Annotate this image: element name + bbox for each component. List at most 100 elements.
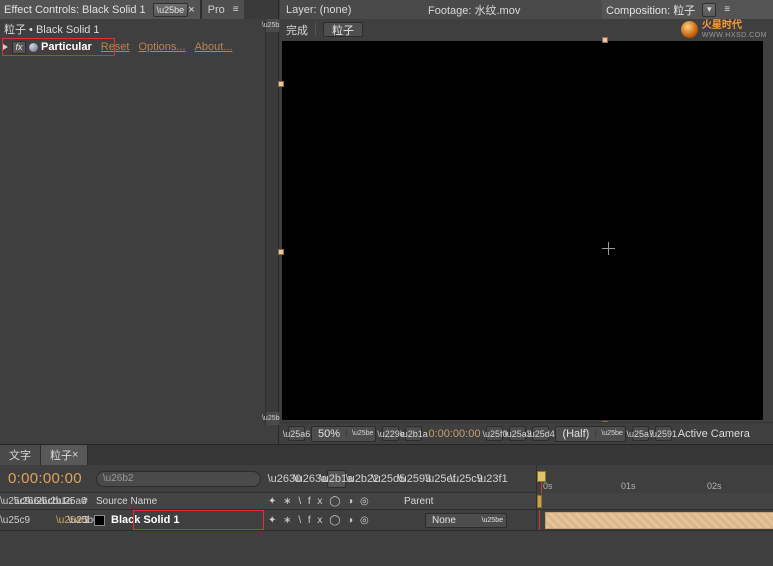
eye-icon[interactable]: \u25c9 (0, 496, 14, 507)
motion-blur-icon[interactable]: \u25d5 (379, 470, 398, 488)
graph-editor-icon[interactable]: \u2b1a (327, 470, 346, 488)
scroll-up-icon[interactable]: \u25b2 (266, 19, 279, 32)
search-input[interactable]: \u26b2 (96, 471, 261, 487)
view-layout-label[interactable]: Active Camera (678, 428, 750, 440)
effect-controls-tabbar: Effect Controls: Black Solid 1 \u25be × … (0, 0, 278, 19)
column-index: # (78, 496, 92, 507)
timeline-toolbar-icons: \u2630 \u263a \u2b1a \u2b22 \u25d5 \u259… (275, 470, 502, 488)
composition-canvas[interactable] (282, 41, 763, 420)
ruler-tick-0s: 0s (543, 481, 553, 491)
tab-menu-button[interactable]: \u25be (153, 3, 189, 17)
panel-menu-icon[interactable]: ≡ (233, 4, 238, 15)
row-switches[interactable]: ✦ ∗ \ f x ◯ ◑ ◎ (268, 515, 371, 526)
breadcrumb-label: 粒子 • Black Solid 1 (4, 21, 100, 37)
anchor-point-crosshair-icon (602, 242, 615, 255)
reset-link[interactable]: Reset (101, 41, 130, 53)
effect-controls-scrollbar[interactable]: \u25b2 \u25bc (265, 19, 278, 425)
solo-icon[interactable]: \u25cb (28, 496, 42, 507)
live-update-icon[interactable]: \u25c9 (457, 470, 476, 488)
footage-panel: Footage: 水纹.mov (422, 0, 602, 19)
label-color-icon[interactable]: \u25a0 (56, 496, 78, 507)
tab-effect-controls-label: Effect Controls: Black Solid 1 (4, 4, 146, 16)
particular-plugin-icon (29, 43, 38, 52)
after-effects-window: Effect Controls: Black Solid 1 \u25be × … (0, 0, 773, 566)
auto-keyframe-icon[interactable]: \u23f1 (483, 470, 502, 488)
show-snapshot-icon[interactable]: \u25a3 (509, 426, 526, 441)
transparency-grid-icon[interactable]: \u25a7 (632, 426, 649, 441)
toggle-mask-icon[interactable]: \u2591 (655, 426, 672, 441)
audio-icon[interactable]: \u266a (14, 496, 28, 507)
layer-name-label[interactable]: Black Solid 1 (111, 514, 179, 526)
close-icon[interactable]: × (188, 4, 194, 16)
scroll-down-icon[interactable]: \u25bc (266, 412, 279, 425)
selection-handle-left-upper[interactable] (278, 81, 284, 87)
timeline-ruler[interactable]: 0s 01s 02s (536, 465, 773, 493)
disclosure-triangle-icon[interactable] (3, 44, 8, 50)
lock-icon[interactable]: \u2b1a (42, 496, 56, 507)
timeline-current-time[interactable]: 0:00:00:00 (0, 470, 82, 487)
tab-layer-label: Layer: (none) (286, 4, 351, 16)
draft-3d-icon[interactable]: \u2b22 (353, 470, 372, 488)
parent-value: None (432, 515, 456, 526)
layer-duration-bar[interactable] (545, 512, 773, 529)
snapshot-icon[interactable]: \u25f0 (486, 426, 503, 441)
about-link[interactable]: About... (195, 41, 233, 53)
resolution-select[interactable]: (Half) \u25be (555, 426, 625, 442)
comp-tab-menu-button[interactable]: ▾ (702, 3, 716, 17)
current-time-display[interactable]: 0:00:00:00 (428, 428, 480, 440)
options-link[interactable]: Options... (139, 41, 186, 53)
effect-name-label: Particular (41, 41, 92, 53)
row-label-color[interactable]: \u25a0 (56, 515, 68, 526)
timeline-track-area[interactable] (536, 510, 773, 530)
tab-particle-comp-label: 粒子 (50, 447, 72, 463)
zoom-select[interactable]: 50% \u25be (311, 426, 376, 442)
comp-name-chip[interactable]: 粒子 (323, 22, 363, 37)
effect-controls-breadcrumb: 粒子 • Black Solid 1 (0, 19, 278, 38)
fx-icon[interactable]: fx (12, 41, 26, 54)
selection-handle-left-lower[interactable] (278, 249, 284, 255)
time-marker[interactable] (537, 495, 542, 508)
tab-particle-comp[interactable]: 粒子 × (41, 445, 88, 465)
column-switches: ✦ ∗ \ f x ◯ ◑ ◎ (268, 496, 371, 507)
tab-composition-label: Composition: 粒子 (606, 2, 695, 18)
channel-icon[interactable]: \u25d4 (532, 426, 549, 441)
search-icon: \u26b2 (103, 473, 134, 484)
parent-select[interactable]: None \u25be (425, 513, 507, 528)
ruler-tick-02s: 02s (707, 481, 722, 491)
timeline-panel: 文字 粒子 × 0:00:00:00 \u26b2 \u2630 \u263a … (0, 444, 773, 566)
layer-panel: Layer: (none) (280, 0, 422, 19)
playhead-handle[interactable] (537, 471, 546, 482)
grid-icon[interactable]: \u229e (382, 426, 399, 441)
row-expand-triangle-icon[interactable]: \u25b6 (68, 515, 80, 526)
table-row[interactable]: \u25c9 \u25a0 \u25b6 1 Black Solid 1 ✦ ∗… (0, 510, 773, 531)
selection-handle-top[interactable] (602, 37, 608, 43)
playhead-line-row (539, 510, 540, 530)
comp-panel-menu-icon[interactable]: ≡ (724, 4, 729, 15)
tab-footage-label: Footage: 水纹.mov (428, 2, 520, 18)
composition-viewer: 完成 粒子 火星时代 WWW.HXSD.COM \u25a6 5 (280, 19, 773, 444)
chevron-down-icon[interactable]: \u25be (346, 430, 373, 437)
composition-mini-flowchart-icon[interactable]: \u2630 (275, 470, 294, 488)
brainstorm-icon[interactable]: \u25ef (431, 470, 450, 488)
shy-icon[interactable]: \u263a (301, 470, 320, 488)
watermark-url: WWW.HXSD.COM (702, 32, 767, 39)
layer-color-swatch (94, 515, 105, 526)
magnification-icon[interactable]: \u25a6 (288, 426, 305, 441)
tab-footage[interactable]: Footage: 水纹.mov (422, 0, 602, 19)
timeline-tabbar: 文字 粒子 × (0, 445, 773, 465)
tab-text-comp[interactable]: 文字 (0, 445, 41, 465)
chevron-down-icon[interactable]: \u25be (482, 517, 503, 524)
effect-row-particular[interactable]: fx Particular Reset Options... About... (0, 38, 278, 56)
tab-composition[interactable]: Composition: 粒子 ▾ ≡ (602, 0, 773, 19)
tab-layer[interactable]: Layer: (none) (280, 0, 422, 19)
region-of-interest-icon[interactable]: \u2b1a (405, 426, 422, 441)
pro-panel-tab[interactable]: Pro ≡ (201, 0, 244, 19)
frame-blend-icon[interactable]: \u2593 (405, 470, 424, 488)
close-icon[interactable]: × (72, 449, 78, 461)
canvas-wrapper (280, 40, 773, 422)
done-button[interactable]: 完成 (286, 22, 308, 38)
chevron-down-icon[interactable]: \u25be (595, 430, 622, 437)
tab-effect-controls[interactable]: Effect Controls: Black Solid 1 \u25be × (0, 0, 201, 19)
watermark-logo-icon (681, 21, 698, 38)
row-eye-toggle[interactable]: \u25c9 (0, 515, 14, 526)
